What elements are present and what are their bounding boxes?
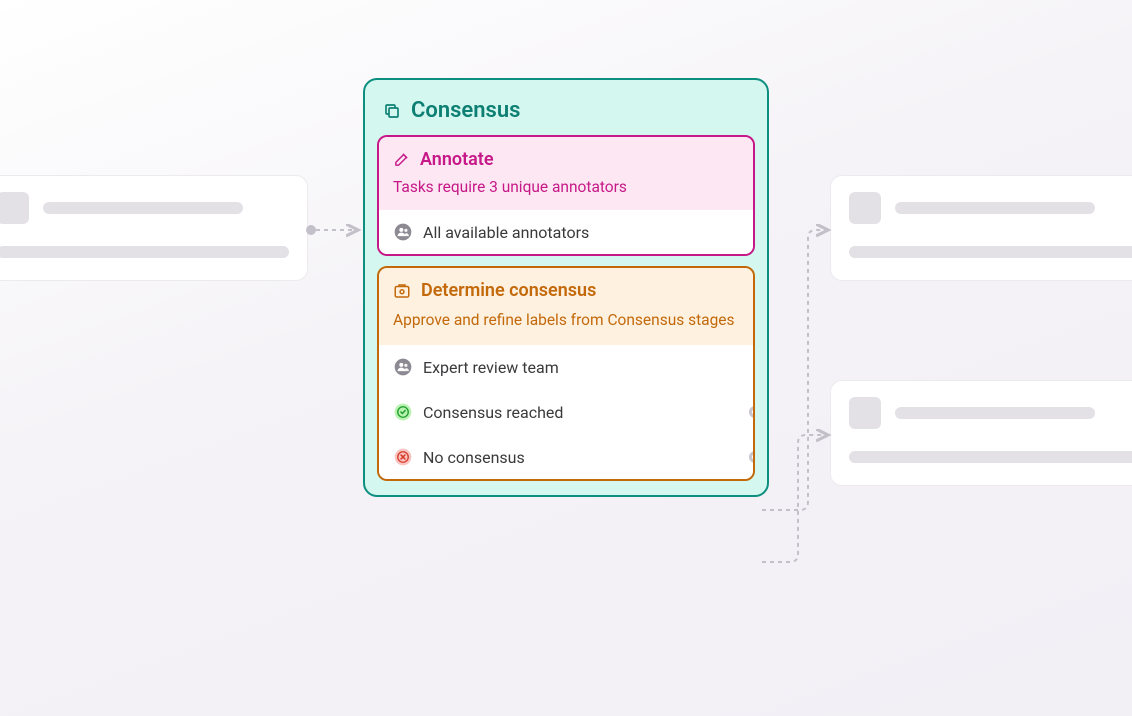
consensus-header: Consensus xyxy=(377,94,755,135)
consensus-title: Consensus xyxy=(411,98,520,123)
people-icon xyxy=(393,222,413,242)
annotate-subtitle: Tasks require 3 unique annotators xyxy=(393,178,739,196)
output-port-icon[interactable] xyxy=(749,406,755,418)
annotate-stage-card: Annotate Tasks require 3 unique annotato… xyxy=(377,135,755,256)
annotate-title: Annotate xyxy=(420,149,494,170)
outcome-none-row: No consensus xyxy=(379,434,753,479)
ghost-card-right-bottom xyxy=(830,380,1132,486)
outcome-reached-row: Consensus reached xyxy=(379,389,753,434)
ghost-card-left xyxy=(0,175,308,281)
x-circle-icon xyxy=(393,447,413,467)
review-icon xyxy=(393,282,411,300)
determine-header: Determine consensus Approve and refine l… xyxy=(379,268,753,345)
determine-stage-card: Determine consensus Approve and refine l… xyxy=(377,266,755,481)
determine-assignee-row: Expert review team xyxy=(379,345,753,389)
output-port-icon[interactable] xyxy=(749,451,755,463)
outcome-reached-text: Consensus reached xyxy=(423,403,563,422)
check-circle-icon xyxy=(393,402,413,422)
ghost-card-right-top xyxy=(830,175,1132,281)
outcome-none-text: No consensus xyxy=(423,448,525,467)
people-icon xyxy=(393,357,413,377)
consensus-stage-card: Consensus Annotate Tasks require 3 uniqu… xyxy=(363,78,769,497)
determine-assignee-text: Expert review team xyxy=(423,358,559,377)
annotate-header: Annotate Tasks require 3 unique annotato… xyxy=(379,137,753,210)
edit-icon xyxy=(393,151,410,168)
annotate-assignee-row: All available annotators xyxy=(379,210,753,254)
determine-subtitle: Approve and refine labels from Consensus… xyxy=(393,309,739,331)
stack-icon xyxy=(383,102,401,120)
determine-title: Determine consensus xyxy=(421,280,596,301)
annotate-assignee-text: All available annotators xyxy=(423,223,589,242)
